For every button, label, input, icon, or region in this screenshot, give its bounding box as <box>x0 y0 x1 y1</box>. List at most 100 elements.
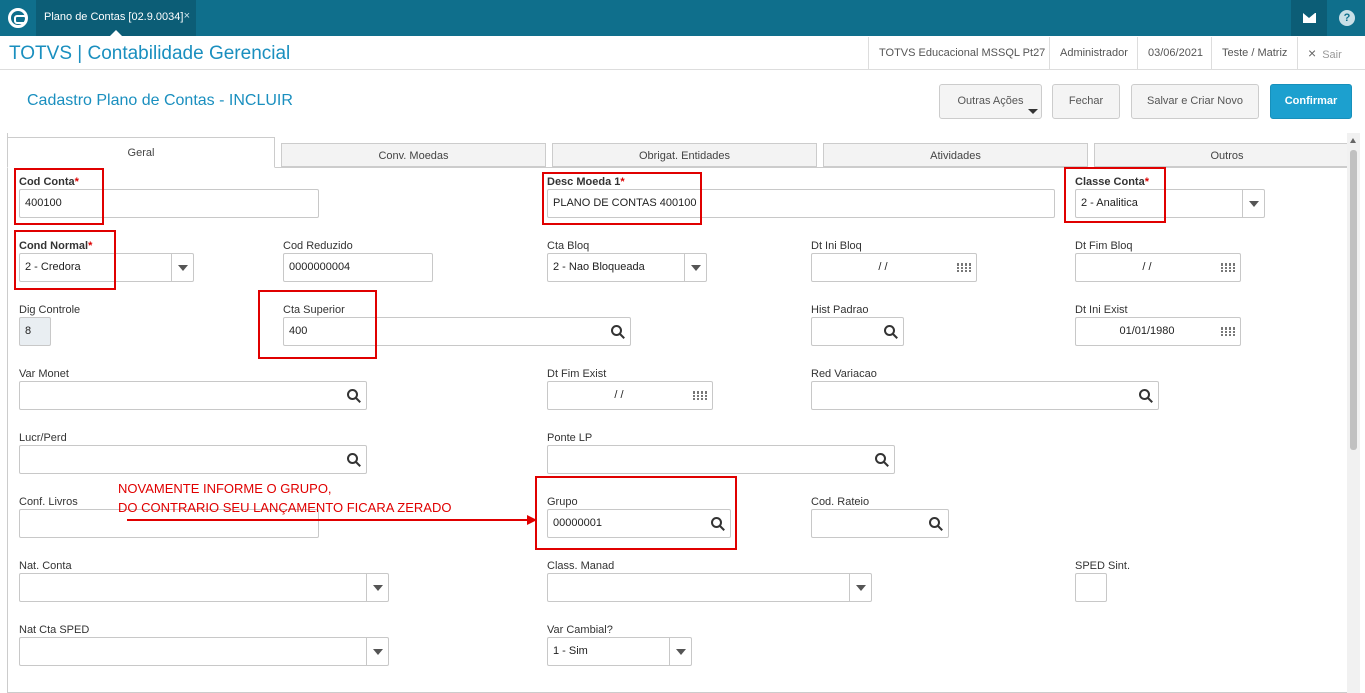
sped-sint-label: SPED Sint. <box>1075 560 1131 572</box>
highlight-grupo <box>535 476 737 550</box>
calendar-icon[interactable] <box>690 382 712 409</box>
dt-fim-bloq-value: / / <box>1142 261 1152 273</box>
annotation-arrow-head-icon <box>527 515 537 525</box>
cod-rateio-label: Cod. Rateio <box>811 496 870 508</box>
scroll-up-icon[interactable] <box>1350 138 1356 143</box>
totvs-logo-icon[interactable] <box>8 8 28 28</box>
calendar-icon[interactable] <box>1218 254 1240 281</box>
red-variacao-label: Red Variacao <box>811 368 877 380</box>
dt-fim-exist-label: Dt Fim Exist <box>547 368 607 380</box>
search-icon[interactable] <box>344 382 366 409</box>
app-header: TOTVS | Contabilidade Gerencial TOTVS Ed… <box>0 37 1365 70</box>
dt-fim-bloq-label: Dt Fim Bloq <box>1075 240 1133 252</box>
exit-label: Sair <box>1322 49 1342 61</box>
tab-obrigat-entidades[interactable]: Obrigat. Entidades <box>552 143 817 167</box>
page-title: Cadastro Plano de Contas - INCLUIR <box>27 92 293 109</box>
dig-controle-label: Dig Controle <box>19 304 81 316</box>
sped-sint-input[interactable] <box>1075 573 1107 602</box>
user-label: Administrador <box>1049 37 1138 70</box>
search-icon[interactable] <box>881 318 903 345</box>
dt-ini-exist-input[interactable]: 01/01/1980 <box>1075 317 1241 346</box>
close-icon: × <box>1308 45 1317 61</box>
highlight-cod-conta <box>14 168 104 225</box>
ponte-lp-input[interactable] <box>547 445 895 474</box>
conf-livros-label: Conf. Livros <box>19 496 78 508</box>
chevron-down-icon[interactable] <box>366 574 388 601</box>
lucr-perd-input[interactable] <box>19 445 367 474</box>
red-variacao-input[interactable] <box>811 381 1159 410</box>
chevron-down-icon[interactable] <box>1242 190 1264 217</box>
dig-controle-input: 8 <box>19 317 51 346</box>
cta-bloq-label: Cta Bloq <box>547 240 590 252</box>
active-tab-caret <box>110 30 122 36</box>
annotation-arrow-line <box>127 519 529 521</box>
var-cambial-label: Var Cambial? <box>547 624 613 636</box>
highlight-cond-normal <box>14 230 116 290</box>
search-icon[interactable] <box>926 510 948 537</box>
window-tab[interactable]: Plano de Contas [02.9.0034] × <box>36 0 196 36</box>
dt-fim-bloq-input[interactable]: / / <box>1075 253 1241 282</box>
company-label: Teste / Matriz <box>1211 37 1297 70</box>
var-cambial-value: 1 - Sim <box>553 645 588 657</box>
class-manad-select[interactable] <box>547 573 872 602</box>
chevron-down-icon <box>1028 109 1038 114</box>
cod-reduzido-input[interactable]: 0000000004 <box>283 253 433 282</box>
app-title: TOTVS | Contabilidade Gerencial <box>9 43 291 64</box>
top-bar: Plano de Contas [02.9.0034] × ? <box>0 0 1365 36</box>
ponte-lp-label: Ponte LP <box>547 432 593 444</box>
dt-ini-bloq-input[interactable]: / / <box>811 253 977 282</box>
dt-ini-exist-value: 01/01/1980 <box>1119 325 1175 337</box>
var-monet-input[interactable] <box>19 381 367 410</box>
tab-geral[interactable]: Geral <box>7 137 275 168</box>
confirm-button[interactable]: Confirmar <box>1270 84 1352 119</box>
exit-button[interactable]: × Sair <box>1297 37 1352 70</box>
cta-bloq-select[interactable]: 2 - Nao Bloqueada <box>547 253 707 282</box>
search-icon[interactable] <box>344 446 366 473</box>
highlight-classe-conta <box>1064 167 1166 223</box>
cta-bloq-value: 2 - Nao Bloqueada <box>553 261 645 273</box>
tab-conv-moedas[interactable]: Conv. Moedas <box>281 143 546 167</box>
window-tab-title: Plano de Contas [02.9.0034] <box>44 11 184 23</box>
calendar-icon[interactable] <box>954 254 976 281</box>
dt-ini-bloq-label: Dt Ini Bloq <box>811 240 862 252</box>
chevron-down-icon[interactable] <box>669 638 691 665</box>
calendar-icon[interactable] <box>1218 318 1240 345</box>
tab-outros[interactable]: Outros <box>1094 143 1360 167</box>
var-cambial-select[interactable]: 1 - Sim <box>547 637 692 666</box>
close-button[interactable]: Fechar <box>1052 84 1120 119</box>
hist-padrao-label: Hist Padrao <box>811 304 869 316</box>
mail-button[interactable] <box>1291 0 1327 36</box>
annotation-line-1: NOVAMENTE INFORME O GRUPO, <box>118 481 332 496</box>
class-manad-label: Class. Manad <box>547 560 615 572</box>
chevron-down-icon[interactable] <box>684 254 706 281</box>
more-actions-button[interactable]: Outras Ações <box>939 84 1042 119</box>
save-new-button[interactable]: Salvar e Criar Novo <box>1131 84 1259 119</box>
close-tab-icon[interactable]: × <box>184 10 190 22</box>
nat-conta-select[interactable] <box>19 573 389 602</box>
dt-fim-exist-input[interactable]: / / <box>547 381 713 410</box>
dt-ini-exist-label: Dt Ini Exist <box>1075 304 1128 316</box>
help-icon[interactable]: ? <box>1339 10 1355 26</box>
annotation-line-2: DO CONTRARIO SEU LANÇAMENTO FICARA ZERAD… <box>118 500 452 515</box>
search-icon[interactable] <box>1136 382 1158 409</box>
chevron-down-icon[interactable] <box>171 254 193 281</box>
vertical-scrollbar[interactable] <box>1347 133 1360 693</box>
cod-rateio-input[interactable] <box>811 509 949 538</box>
nat-conta-label: Nat. Conta <box>19 560 72 572</box>
var-monet-label: Var Monet <box>19 368 69 380</box>
dt-ini-bloq-value: / / <box>878 261 888 273</box>
chevron-down-icon[interactable] <box>849 574 871 601</box>
tab-atividades[interactable]: Atividades <box>823 143 1088 167</box>
hist-padrao-input[interactable] <box>811 317 904 346</box>
search-icon[interactable] <box>872 446 894 473</box>
nat-cta-sped-label: Nat Cta SPED <box>19 624 90 636</box>
nat-cta-sped-select[interactable] <box>19 637 389 666</box>
lucr-perd-label: Lucr/Perd <box>19 432 67 444</box>
date-label: 03/06/2021 <box>1137 37 1213 70</box>
more-actions-label: Outras Ações <box>957 95 1024 107</box>
highlight-desc-moeda <box>542 172 702 225</box>
search-icon[interactable] <box>608 318 630 345</box>
chevron-down-icon[interactable] <box>366 638 388 665</box>
scroll-thumb[interactable] <box>1350 150 1357 450</box>
highlight-cta-superior <box>258 290 377 359</box>
